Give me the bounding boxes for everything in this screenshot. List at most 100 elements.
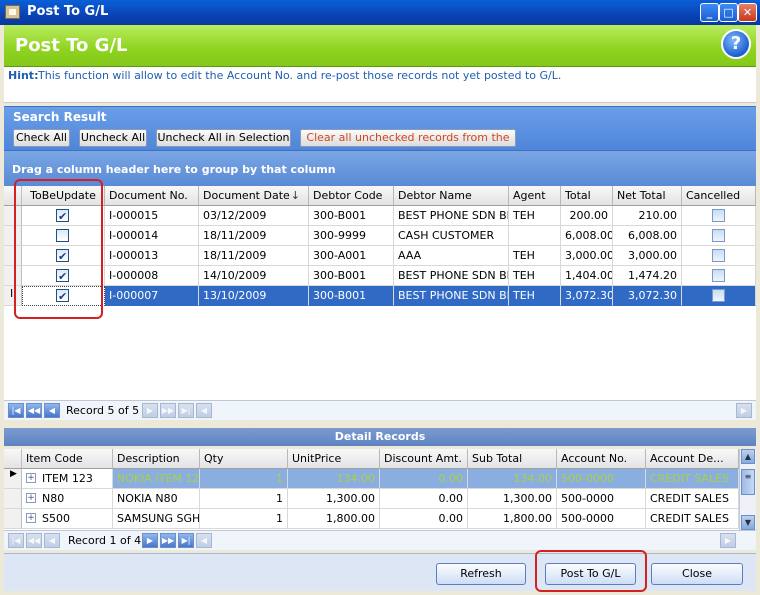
- scroll-down-icon[interactable]: ▼: [741, 515, 755, 530]
- sort-descending-icon: ↓: [290, 189, 300, 202]
- next-record-icon[interactable]: ▶: [142, 533, 158, 548]
- col-header-description[interactable]: Description: [113, 449, 200, 469]
- cancelled-checkbox: [712, 249, 725, 262]
- prev-page-icon[interactable]: ◀◀: [26, 403, 42, 418]
- net-total-cell: 1,474.20: [613, 266, 682, 286]
- detail-grid[interactable]: Item Code Description Qty UnitPrice Disc…: [4, 449, 756, 550]
- col-header-document-date[interactable]: Document Date ↓: [199, 186, 309, 206]
- col-header-sub-total[interactable]: Sub Total: [468, 449, 557, 469]
- debtor-name-cell: AAA: [394, 246, 509, 266]
- col-header-debtor-code[interactable]: Debtor Code: [309, 186, 394, 206]
- table-row[interactable]: + S500 SAMSUNG SGH... 1 1,800.00 0.00 1,8…: [4, 509, 739, 529]
- help-icon[interactable]: ?: [721, 29, 751, 59]
- col-header-document-no[interactable]: Document No.: [105, 186, 199, 206]
- detail-grid-navigator: |◀ ◀◀ ◀ Record 1 of 4 ▶ ▶▶ ▶| ◀ ▶: [4, 530, 756, 550]
- table-row[interactable]: I-000013 18/11/2009 300-A001 AAA TEH 3,0…: [4, 246, 756, 266]
- cancelled-checkbox: [712, 209, 725, 222]
- unitprice-cell: 1,300.00: [288, 489, 380, 509]
- net-total-cell: 3,000.00: [613, 246, 682, 266]
- doc-no-cell: I-000013: [105, 246, 199, 266]
- scroll-right-icon[interactable]: ▶: [736, 403, 752, 418]
- clear-unchecked-button[interactable]: Clear all unchecked records from the gri…: [300, 129, 516, 160]
- account-desc-cell: CREDIT SALES: [646, 489, 739, 509]
- table-row[interactable]: I-000008 14/10/2009 300-B001 BEST PHONE …: [4, 266, 756, 286]
- col-header-agent[interactable]: Agent: [509, 186, 561, 206]
- col-header-cancelled[interactable]: Cancelled: [682, 186, 756, 206]
- col-header-qty[interactable]: Qty: [200, 449, 288, 469]
- scroll-right-icon[interactable]: ▶: [720, 533, 736, 548]
- refresh-button[interactable]: Refresh: [436, 563, 526, 585]
- prev-record-icon[interactable]: ◀: [44, 403, 60, 418]
- scroll-left-icon[interactable]: ◀: [196, 533, 212, 548]
- expand-icon[interactable]: +: [26, 513, 36, 523]
- group-by-panel[interactable]: Drag a column header here to group by th…: [4, 150, 756, 186]
- maximize-icon[interactable]: □: [719, 3, 738, 22]
- detail-header-row: Item Code Description Qty UnitPrice Disc…: [4, 449, 739, 469]
- col-header-account-desc[interactable]: Account De...: [646, 449, 739, 469]
- account-no-cell: 500-0000: [557, 509, 646, 529]
- col-header-net-total[interactable]: Net Total: [613, 186, 682, 206]
- app-icon: [5, 5, 20, 19]
- discount-cell: 0.00: [380, 509, 468, 529]
- expand-icon[interactable]: +: [26, 473, 36, 483]
- next-record-icon[interactable]: ▶: [142, 403, 158, 418]
- scroll-thumb[interactable]: ≡: [741, 469, 755, 495]
- qty-cell: 1: [200, 469, 288, 489]
- expand-icon[interactable]: +: [26, 493, 36, 503]
- col-header-total[interactable]: Total: [561, 186, 613, 206]
- net-total-cell: 6,008.00: [613, 226, 682, 246]
- debtor-code-cell: 300-B001: [309, 206, 394, 226]
- agent-cell: TEH: [509, 266, 561, 286]
- account-no-cell: 500-0000: [557, 489, 646, 509]
- table-row-selected[interactable]: I I-000007 13/10/2009 300-B001 BEST PHON…: [4, 286, 756, 306]
- prev-record-icon[interactable]: ◀: [44, 533, 60, 548]
- hint-panel: Hint: This function will allow to edit t…: [4, 67, 756, 103]
- col-header-item-code[interactable]: Item Code: [22, 449, 113, 469]
- total-cell: 3,072.30: [561, 286, 613, 306]
- agent-cell: [509, 226, 561, 246]
- post-button-highlight: [535, 550, 647, 592]
- window-title-bar: Post To G/L _ □ ✕: [0, 0, 760, 25]
- next-page-icon[interactable]: ▶▶: [160, 403, 176, 418]
- next-page-icon[interactable]: ▶▶: [160, 533, 176, 548]
- last-record-icon[interactable]: ▶|: [178, 403, 194, 418]
- item-code-text: N80: [42, 492, 65, 505]
- page-title: Post To G/L: [15, 35, 128, 56]
- total-cell: 200.00: [561, 206, 613, 226]
- cancelled-cell: [682, 246, 756, 266]
- cancelled-cell: [682, 286, 756, 306]
- col-header-debtor-name[interactable]: Debtor Name: [394, 186, 509, 206]
- scroll-up-icon[interactable]: ▲: [741, 449, 755, 464]
- table-row[interactable]: I-000014 18/11/2009 300-9999 CASH CUSTOM…: [4, 226, 756, 246]
- uncheck-all-button[interactable]: Uncheck All: [79, 129, 147, 147]
- uncheck-all-in-selection-button[interactable]: Uncheck All in Selection: [156, 129, 291, 147]
- cancelled-checkbox: [712, 229, 725, 242]
- check-all-button[interactable]: Check All: [13, 129, 70, 147]
- prev-page-icon[interactable]: ◀◀: [26, 533, 42, 548]
- first-record-icon[interactable]: |◀: [8, 403, 24, 418]
- cancelled-cell: [682, 266, 756, 286]
- main-grid[interactable]: ToBeUpdate Document No. Document Date ↓ D…: [4, 186, 756, 420]
- minimize-icon[interactable]: _: [700, 3, 719, 22]
- cancelled-checkbox: [712, 269, 725, 282]
- close-button[interactable]: Close: [651, 563, 743, 585]
- table-row[interactable]: + N80 NOKIA N80 1 1,300.00 0.00 1,300.00 …: [4, 489, 739, 509]
- account-desc-cell: CREDIT SALES: [646, 509, 739, 529]
- close-icon[interactable]: ✕: [738, 3, 757, 22]
- last-record-icon[interactable]: ▶|: [178, 533, 194, 548]
- scroll-left-icon[interactable]: ◀: [196, 403, 212, 418]
- cancelled-cell: [682, 206, 756, 226]
- debtor-code-cell: 300-B001: [309, 266, 394, 286]
- detail-row-selected[interactable]: ▶ + ITEM 123 NOKIA ITEM 123 1 134.00 0.00…: [4, 469, 739, 489]
- doc-no-cell: I-000008: [105, 266, 199, 286]
- first-record-icon[interactable]: |◀: [8, 533, 24, 548]
- col-header-account-no[interactable]: Account No.: [557, 449, 646, 469]
- row-indicator: ▶: [4, 469, 22, 489]
- detail-vertical-scrollbar[interactable]: ▲ ≡ ▼: [739, 449, 756, 531]
- debtor-name-cell: CASH CUSTOMER: [394, 226, 509, 246]
- total-cell: 3,000.00: [561, 246, 613, 266]
- item-code-text: ITEM 123: [42, 472, 93, 485]
- col-header-unitprice[interactable]: UnitPrice: [288, 449, 380, 469]
- col-header-discount-amt[interactable]: Discount Amt.: [380, 449, 468, 469]
- table-row[interactable]: I-000015 03/12/2009 300-B001 BEST PHONE …: [4, 206, 756, 226]
